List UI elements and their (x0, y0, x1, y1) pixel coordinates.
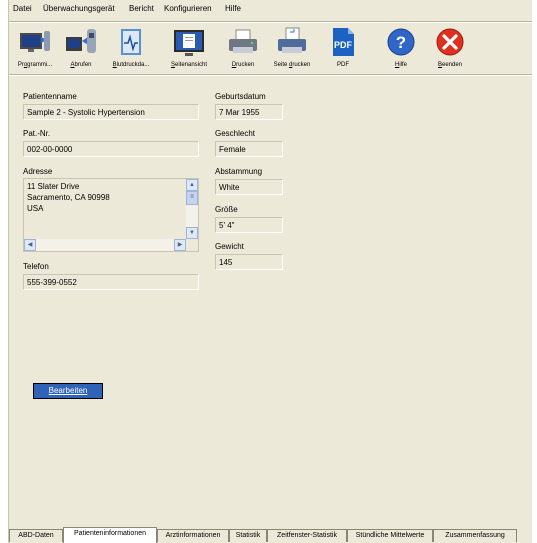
exit-icon (436, 28, 464, 56)
address-field[interactable]: 11 Slater Drive Sacramento, CA 90998 USA… (23, 178, 199, 252)
weight-label: Gewicht (215, 242, 244, 251)
dob-field: 7 Mar 1955 (215, 104, 283, 120)
toolbar-pdf-label: PDF (337, 62, 349, 68)
print-page-icon (278, 27, 306, 53)
height-field: 5' 4" (215, 217, 283, 233)
toolbar-drucken-button[interactable]: Drucken (223, 25, 263, 71)
toolbar-blutdruck-label: Blutdruckda... (112, 62, 150, 68)
toolbar-blutdruck-button[interactable]: Blutdruckda... (103, 25, 159, 71)
tab-zusammenfassung[interactable]: Zusammenfassung (433, 529, 517, 542)
toolbar-separator (9, 74, 532, 76)
svg-text:PDF: PDF (334, 40, 353, 50)
address-vertical-scrollbar[interactable]: ▲ ≡ ▼ (186, 179, 198, 239)
sex-field: Female (215, 141, 283, 157)
menu-help[interactable]: Hilfe (225, 4, 241, 13)
toolbar-seite-drucken-button[interactable]: Seite drucken (267, 25, 317, 71)
address-horizontal-scrollbar[interactable]: ◀ ▶ (24, 239, 186, 251)
dob-label: Geburtsdatum (215, 92, 266, 101)
address-label: Adresse (23, 167, 53, 176)
help-icon: ? (387, 28, 415, 56)
scroll-thumb[interactable]: ≡ (186, 191, 198, 205)
menu-report[interactable]: Bericht (129, 4, 154, 13)
toolbar-hilfe-label: Hilfe (394, 62, 407, 68)
phone-label: Telefon (23, 262, 49, 271)
patient-name-field: Sample 2 - Systolic Hypertension (23, 104, 199, 120)
menu-monitor[interactable]: Überwachungsgerät (43, 4, 115, 13)
toolbar-drucken-label: Drucken (231, 62, 255, 68)
toolbar-programm-button[interactable]: Programmi... (11, 25, 59, 71)
printer-icon (229, 29, 257, 53)
app-window: Datei Überwachungsgerät Bericht Konfigur… (8, 0, 532, 543)
height-label: Größe (215, 205, 238, 214)
toolbar-seite-drucken-label: Seite drucken (273, 62, 311, 68)
patient-id-label: Pat.-Nr. (23, 129, 51, 138)
pdf-icon: PDF (333, 28, 354, 56)
tab-abd-daten[interactable]: ABD-Daten (9, 529, 63, 542)
scroll-down-icon[interactable]: ▼ (186, 227, 198, 239)
bp-data-icon (121, 29, 141, 55)
tab-patienteninformationen[interactable]: Patienteninformationen (63, 527, 157, 543)
patient-name-label: Patientenname (23, 92, 77, 101)
tab-statistik[interactable]: Statistik (229, 529, 267, 542)
address-line-2: Sacramento, CA 90998 (27, 193, 110, 202)
sex-label: Geschlecht (215, 129, 256, 138)
svg-text:?: ? (396, 33, 406, 52)
edit-button-label: Bearbeiten (48, 386, 88, 395)
toolbar-beenden-button[interactable]: Beenden (429, 25, 471, 71)
toolbar-seitenansicht-label: Seitenansicht (170, 62, 208, 68)
toolbar-abrufen-button[interactable]: Abrufen (61, 25, 101, 71)
address-line-3: USA (27, 204, 44, 213)
patient-id-field: 002-00-0000 (23, 141, 199, 157)
scroll-left-icon[interactable]: ◀ (24, 239, 36, 251)
race-label: Abstammung (215, 167, 263, 176)
phone-field: 555-399-0552 (23, 274, 199, 290)
address-line-1: 11 Slater Drive (27, 182, 80, 191)
programm-monitor-icon (20, 31, 50, 52)
race-field: White (215, 179, 283, 195)
toolbar-pdf-button[interactable]: PDF PDF (323, 25, 363, 71)
menu-datei[interactable]: Datei (13, 4, 32, 13)
scroll-right-icon[interactable]: ▶ (174, 239, 186, 251)
download-device-icon (66, 29, 96, 53)
tab-bar: ABD-Daten Patienteninformationen Arztinf… (9, 525, 532, 543)
toolbar-seitenansicht-button[interactable]: Seitenansicht (161, 25, 217, 71)
toolbar-programm-label: Programmi... (17, 62, 53, 68)
toolbar-beenden-label: Beenden (437, 62, 463, 68)
edit-button[interactable]: Bearbeiten (33, 383, 103, 399)
tab-stuendliche-mittelwerte[interactable]: Stündliche Mittelwerte (347, 529, 433, 542)
tab-arztinformationen[interactable]: Arztinformationen (157, 529, 229, 542)
menu-separator (9, 21, 532, 23)
menu-bar: Datei Überwachungsgerät Bericht Konfigur… (9, 0, 532, 18)
scroll-up-icon[interactable]: ▲ (186, 179, 198, 191)
address-text: 11 Slater Drive Sacramento, CA 90998 USA (27, 181, 110, 214)
weight-field: 145 (215, 254, 283, 270)
toolbar-hilfe-button[interactable]: ? Hilfe (381, 25, 421, 71)
menu-configure[interactable]: Konfigurieren (164, 4, 212, 13)
page-view-icon (174, 30, 204, 56)
tab-zeitfenster-statistik[interactable]: Zeitfenster-Statistik (267, 529, 347, 542)
toolbar-abrufen-label: Abrufen (70, 62, 92, 68)
